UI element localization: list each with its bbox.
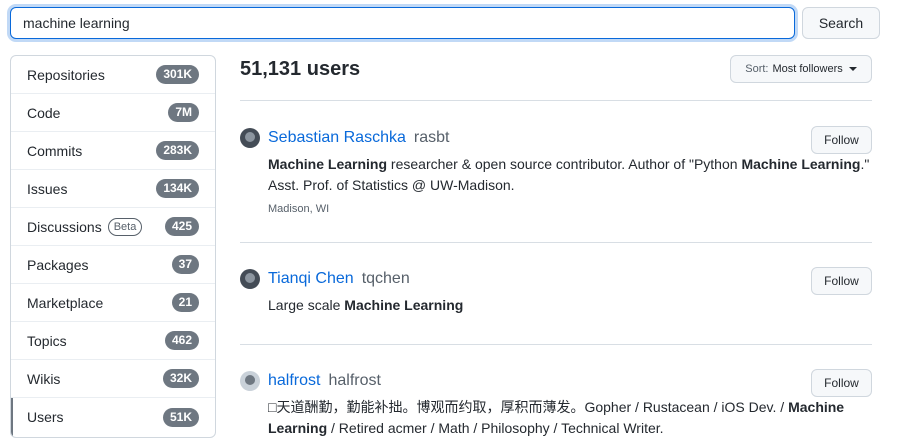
divider <box>240 242 872 243</box>
user-login: tqchen <box>361 270 410 287</box>
sidebar-item-topics[interactable]: Topics 462 <box>11 322 215 360</box>
counter-badge: 134K <box>156 179 199 198</box>
sidebar-item-label: Users <box>27 409 64 425</box>
counter-badge: 21 <box>171 293 199 312</box>
sidebar-item-label: Topics <box>27 332 67 349</box>
counter-badge: 51K <box>162 407 199 427</box>
user-bio: □天道酬勤，勤能补拙。博观而约取，厚积而薄发。Gopher / Rustacea… <box>268 399 845 436</box>
sidebar-item-label: Repositories <box>27 66 105 83</box>
follow-button[interactable]: Follow <box>811 267 872 295</box>
sort-prefix-label: Sort: <box>745 63 769 75</box>
counter-badge: 7M <box>168 103 199 122</box>
user-login: halfrost <box>328 372 381 389</box>
user-login: rasbt <box>413 129 450 146</box>
counter-badge: 32K <box>162 369 199 388</box>
sidebar-item-discussions[interactable]: Discussions Beta 425 <box>11 208 215 246</box>
divider <box>240 100 872 101</box>
sidebar-item-issues[interactable]: Issues 134K <box>11 170 215 208</box>
counter-badge: 425 <box>164 217 199 236</box>
sidebar-item-packages[interactable]: Packages 37 <box>11 246 215 284</box>
follow-button[interactable]: Follow <box>811 369 872 397</box>
user-name-link[interactable]: Tianqi Chen <box>268 270 354 288</box>
sidebar-item-label: Wikis <box>27 370 61 387</box>
sidebar-item-code[interactable]: Code 7M <box>11 94 215 132</box>
sidebar-item-label: Marketplace <box>27 294 104 311</box>
sidebar-item-marketplace[interactable]: Marketplace 21 <box>11 284 215 322</box>
user-name-link[interactable]: Sebastian Raschka <box>268 129 406 147</box>
user-bio: Machine Learning researcher & open sourc… <box>268 156 870 193</box>
counter-badge: 37 <box>171 255 199 274</box>
counter-badge: 301K <box>156 65 199 84</box>
sidebar-item-repositories[interactable]: Repositories 301K <box>11 56 215 94</box>
sidebar-item-label: Packages <box>27 256 89 273</box>
sort-dropdown[interactable]: Sort: Most followers <box>730 55 872 83</box>
sidebar-item-label: Discussions <box>27 218 102 235</box>
avatar[interactable] <box>240 371 260 391</box>
user-name-link[interactable]: halfrost <box>268 372 320 390</box>
sidebar-item-wikis[interactable]: Wikis 32K <box>11 360 215 398</box>
user-result-item: Tianqi Chen tqchen Large scale Machine L… <box>240 267 872 316</box>
follow-button[interactable]: Follow <box>811 126 872 154</box>
user-result-item: halfrost halfrost □天道酬勤，勤能补拙。博观而约取，厚积而薄发… <box>240 369 872 439</box>
sidebar-item-users[interactable]: Users 51K <box>11 398 215 436</box>
avatar[interactable] <box>240 128 260 148</box>
divider <box>240 344 872 345</box>
results-count-heading: 51,131 users <box>240 58 361 80</box>
user-location: Madison, WI <box>268 203 330 215</box>
sidebar-item-label: Commits <box>27 142 83 159</box>
beta-badge: Beta <box>107 217 143 236</box>
sort-value: Most followers <box>772 63 843 75</box>
counter-badge: 462 <box>164 331 199 350</box>
sidebar-item-label: Issues <box>27 180 68 197</box>
search-type-sidebar: Repositories 301K Code 7M Commits 283K I… <box>10 55 216 438</box>
caret-down-icon <box>848 67 857 71</box>
avatar[interactable] <box>240 269 260 289</box>
sidebar-item-label: Code <box>27 104 61 121</box>
search-input[interactable] <box>10 7 795 39</box>
user-result-item: Sebastian Raschka rasbt Machine Learning… <box>240 126 872 215</box>
sidebar-item-commits[interactable]: Commits 283K <box>11 132 215 170</box>
user-bio: Large scale Machine Learning <box>268 297 464 313</box>
counter-badge: 283K <box>156 141 199 160</box>
search-button[interactable]: Search <box>802 7 880 39</box>
